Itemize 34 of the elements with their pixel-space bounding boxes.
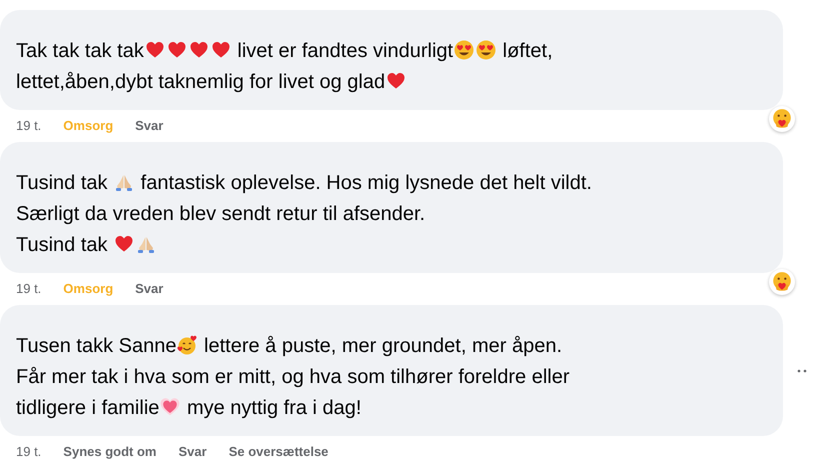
heart-eyes-face-icon — [454, 40, 474, 60]
care-reaction-icon[interactable] — [769, 106, 795, 132]
comment-action[interactable]: Svar — [135, 116, 164, 136]
comment-action[interactable]: Svar — [135, 279, 164, 299]
glowing-heart-icon — [160, 397, 180, 417]
comment-text: Tusind tak — [16, 234, 109, 256]
heart-eyes-face-icon — [476, 40, 496, 60]
heart-icon — [144, 40, 165, 60]
comment-text: Får mer tak i hva som er mitt, og hva som tilhører foreldre eller — [16, 366, 570, 388]
comment-text: mye nyttig fra i dag! — [186, 397, 362, 419]
comment-text: lettere å puste, mer groundet, mer åpen. — [203, 335, 562, 357]
heart-icon — [210, 40, 231, 60]
comment-text: livet er fandtes vindurligt — [236, 40, 454, 62]
comment-text: Tusind tak — [16, 172, 109, 194]
comment-text: Tak tak tak tak — [16, 40, 144, 62]
heart-icon — [166, 40, 187, 60]
more-icon[interactable] — [797, 368, 807, 372]
comment-time: 19 t. — [16, 443, 42, 462]
comment-text: Særligt da vreden blev sendt retur til afsender. — [16, 203, 426, 225]
comment-text: fantastisk oplevelse. Hos mig lysnede det helt vildt. — [140, 172, 592, 194]
smiling-face-with-hearts-icon — [177, 335, 198, 355]
heart-icon — [188, 40, 209, 60]
comment-text: løftet, — [502, 40, 553, 62]
care-reaction-icon[interactable] — [769, 269, 795, 295]
comment-text: tidligere i familie — [16, 397, 160, 419]
comment-text: lettet,åben,dybt taknemlig for livet og glad — [16, 71, 386, 93]
comment-time: 19 t. — [16, 117, 42, 136]
comment-time: 19 t. — [16, 280, 42, 298]
comment-action[interactable]: Svar — [178, 442, 207, 462]
comment-text: Tusen takk Sanne — [16, 335, 176, 357]
comment-action[interactable]: Synes godt om — [63, 442, 156, 462]
heart-icon — [386, 71, 406, 91]
comment-action[interactable]: Se oversættelse — [228, 442, 328, 462]
heart-icon — [114, 234, 134, 254]
